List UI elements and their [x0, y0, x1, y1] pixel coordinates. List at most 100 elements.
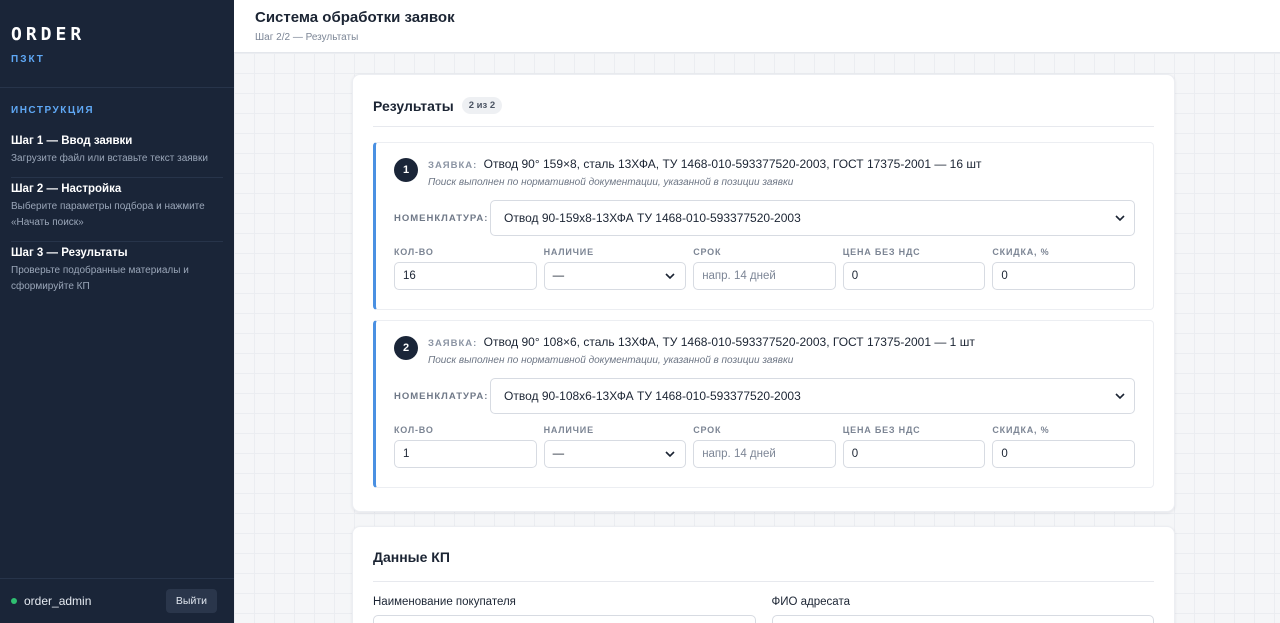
discount-field: СКИДКА, % 0 [992, 425, 1135, 468]
price-input[interactable]: 0 [842, 262, 986, 290]
addressee-input[interactable] [771, 615, 1154, 623]
addressee-field: ФИО адресата [771, 596, 1154, 623]
term-label: СРОК [693, 247, 722, 257]
item-number-badge: 2 [394, 336, 418, 360]
results-title: Результаты [373, 97, 454, 114]
kp-fields-row: Наименование покупателя ФИО адресата [373, 596, 1154, 623]
availability-select[interactable]: — [543, 262, 687, 290]
nomenclature-value: Отвод 90-108х6-13ХФА ТУ 1468-010-5933775… [504, 389, 801, 403]
nomenclature-value: Отвод 90-159х8-13ХФА ТУ 1468-010-5933775… [504, 211, 801, 225]
price-field: ЦЕНА БЕЗ НДС 0 [842, 247, 986, 290]
price-value: 0 [851, 448, 859, 460]
brand-subtitle: ПЗКТ [11, 54, 45, 65]
user-name: order_admin [24, 594, 92, 608]
online-status-icon [11, 598, 17, 604]
term-field: СРОК напр. 14 дней [693, 247, 836, 290]
term-input[interactable]: напр. 14 дней [693, 440, 836, 468]
instruction-steps: Шаг 1 — Ввод заявки Загрузите файл или в… [0, 130, 234, 305]
request-label: ЗАЯВКА: [428, 338, 478, 349]
request-note: Поиск выполнен по нормативной документац… [428, 355, 794, 366]
logout-button[interactable]: Выйти [165, 589, 217, 613]
availability-value: — [552, 270, 565, 282]
price-input[interactable]: 0 [842, 440, 986, 468]
item-number-badge: 1 [394, 158, 418, 182]
brand: ORDER ПЗКТ [0, 0, 234, 88]
qty-field: КОЛ-ВО 16 [394, 247, 537, 290]
discount-value: 0 [1001, 270, 1008, 282]
request-line: ЗАЯВКА: Отвод 90° 108×6, сталь 13ХФА, ТУ… [428, 335, 975, 349]
main-content: Результаты 2 из 2 1 ЗАЯВКА: Отвод 90° 15… [234, 53, 1280, 623]
brand-title: ORDER [11, 24, 86, 45]
price-value: 0 [851, 270, 859, 282]
nomenclature-label: НОМЕНКЛАТУРА: [394, 390, 489, 402]
kp-header: Данные КП [373, 549, 1154, 582]
availability-field: НАЛИЧИЕ — [543, 247, 687, 290]
results-count-badge: 2 из 2 [461, 97, 503, 114]
term-field: СРОК напр. 14 дней [693, 425, 836, 468]
discount-label: СКИДКА, % [992, 247, 1050, 257]
instructions-title: ИНСТРУКЦИЯ [11, 105, 95, 116]
qty-input[interactable]: 16 [394, 262, 537, 290]
step-description: Проверьте подобранные материалы и сформи… [11, 265, 189, 292]
term-label: СРОК [693, 425, 722, 435]
results-header: Результаты 2 из 2 [373, 97, 1154, 127]
price-field: ЦЕНА БЕЗ НДС 0 [842, 425, 986, 468]
result-item-header: 1 ЗАЯВКА: Отвод 90° 159×8, сталь 13ХФА, … [394, 157, 1135, 188]
step-description: Загрузите файл или вставьте текст заявки [11, 153, 208, 164]
breadcrumb: Шаг 2/2 — Результаты [255, 32, 359, 43]
request-note: Поиск выполнен по нормативной документац… [428, 177, 794, 188]
availability-field: НАЛИЧИЕ — [543, 425, 687, 468]
step-title: Шаг 3 — Результаты [11, 247, 128, 259]
price-label: ЦЕНА БЕЗ НДС [842, 247, 921, 257]
discount-input[interactable]: 0 [992, 262, 1135, 290]
chevron-down-icon [1115, 393, 1125, 400]
request-line: ЗАЯВКА: Отвод 90° 159×8, сталь 13ХФА, ТУ… [428, 157, 982, 171]
qty-value: 1 [403, 448, 410, 460]
discount-input[interactable]: 0 [992, 440, 1135, 468]
request-label: ЗАЯВКА: [428, 160, 478, 171]
request-text: Отвод 90° 159×8, сталь 13ХФА, ТУ 1468-01… [483, 157, 982, 171]
nomenclature-select[interactable]: Отвод 90-108х6-13ХФА ТУ 1468-010-5933775… [490, 378, 1135, 414]
term-input[interactable]: напр. 14 дней [693, 262, 836, 290]
availability-label: НАЛИЧИЕ [543, 425, 594, 435]
chevron-down-icon [665, 451, 675, 458]
instruction-step-3: Шаг 3 — Результаты Проверьте подобранные… [11, 242, 223, 305]
qty-label: КОЛ-ВО [394, 425, 434, 435]
item-fields: КОЛ-ВО 16 НАЛИЧИЕ — СРОК напр. 14 дней Ц… [394, 247, 1135, 290]
result-item-2: 2 ЗАЯВКА: Отвод 90° 108×6, сталь 13ХФА, … [373, 320, 1154, 488]
chevron-down-icon [1115, 215, 1125, 222]
nomenclature-row: НОМЕНКЛАТУРА: Отвод 90-108х6-13ХФА ТУ 14… [394, 378, 1135, 414]
result-item-header: 2 ЗАЯВКА: Отвод 90° 108×6, сталь 13ХФА, … [394, 335, 1135, 366]
discount-label: СКИДКА, % [992, 425, 1050, 435]
term-placeholder: напр. 14 дней [702, 270, 776, 282]
chevron-down-icon [665, 273, 675, 280]
page-header: Система обработки заявок Шаг 2/2 — Резул… [234, 0, 1280, 53]
discount-value: 0 [1001, 448, 1008, 460]
results-card: Результаты 2 из 2 1 ЗАЯВКА: Отвод 90° 15… [352, 74, 1175, 512]
instruction-step-2: Шаг 2 — Настройка Выберите параметры под… [11, 178, 223, 242]
nomenclature-select[interactable]: Отвод 90-159х8-13ХФА ТУ 1468-010-5933775… [490, 200, 1135, 236]
kp-data-card: Данные КП Наименование покупателя ФИО ад… [352, 526, 1175, 623]
step-title: Шаг 2 — Настройка [11, 183, 122, 195]
kp-title: Данные КП [373, 549, 450, 565]
step-title: Шаг 1 — Ввод заявки [11, 135, 133, 147]
addressee-label: ФИО адресата [771, 596, 850, 608]
step-description: Выберите параметры подбора и нажмите «На… [11, 201, 205, 228]
user-bar: order_admin Выйти [0, 578, 234, 623]
qty-value: 16 [403, 270, 416, 282]
qty-field: КОЛ-ВО 1 [394, 425, 537, 468]
qty-input[interactable]: 1 [394, 440, 537, 468]
page-title: Система обработки заявок [255, 9, 455, 26]
qty-label: КОЛ-ВО [394, 247, 434, 257]
item-fields: КОЛ-ВО 1 НАЛИЧИЕ — СРОК напр. 14 дней ЦЕ… [394, 425, 1135, 468]
availability-value: — [552, 448, 565, 460]
buyer-label: Наименование покупателя [373, 596, 516, 608]
nomenclature-row: НОМЕНКЛАТУРА: Отвод 90-159х8-13ХФА ТУ 14… [394, 200, 1135, 236]
price-label: ЦЕНА БЕЗ НДС [842, 425, 921, 435]
availability-select[interactable]: — [543, 440, 687, 468]
term-placeholder: напр. 14 дней [702, 448, 776, 460]
buyer-input[interactable] [373, 615, 756, 623]
nomenclature-label: НОМЕНКЛАТУРА: [394, 212, 489, 224]
request-text: Отвод 90° 108×6, сталь 13ХФА, ТУ 1468-01… [483, 335, 975, 349]
instruction-step-1: Шаг 1 — Ввод заявки Загрузите файл или в… [11, 130, 223, 178]
